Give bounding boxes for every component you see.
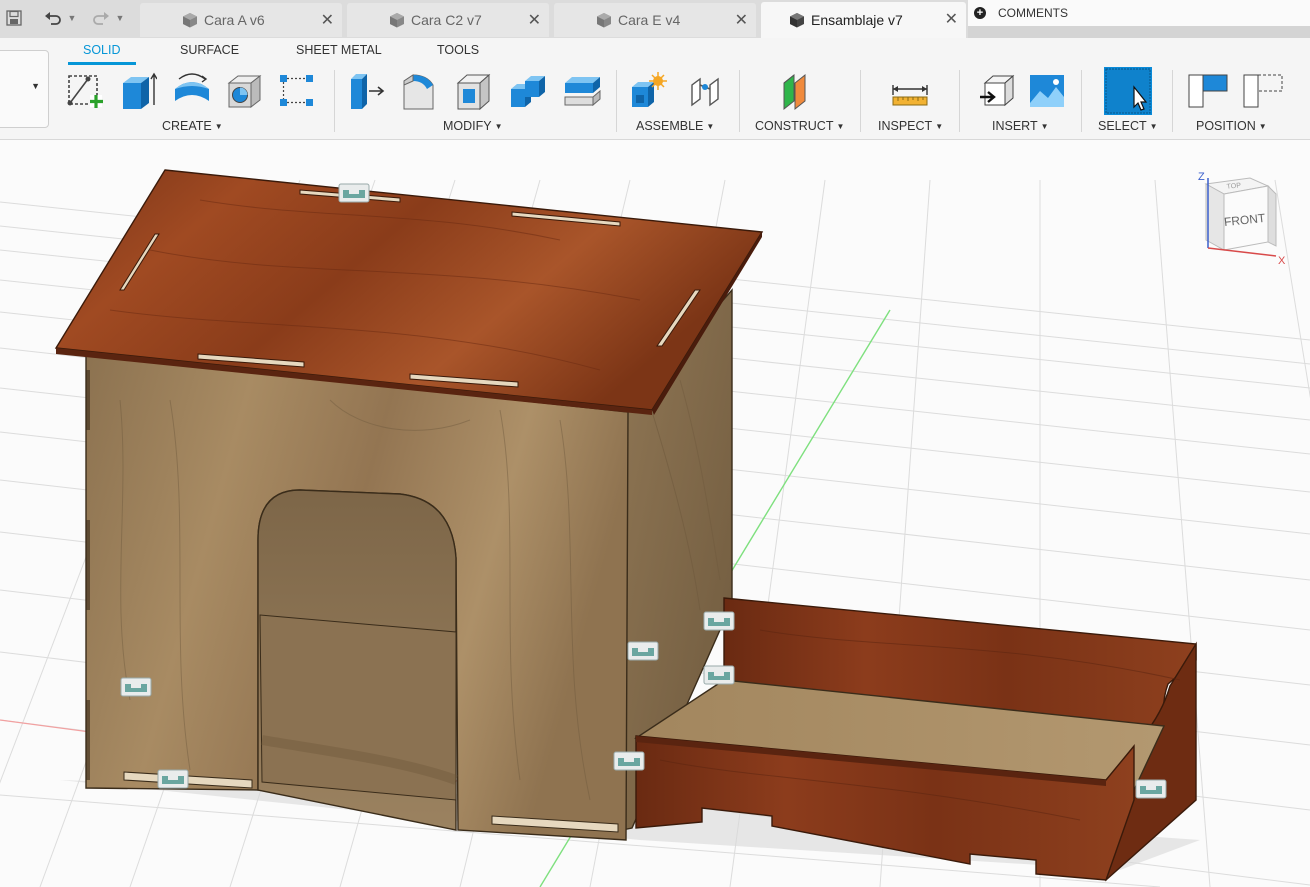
tab-label: Ensamblaje v7 xyxy=(811,12,903,28)
revert-position-icon[interactable] xyxy=(1243,71,1283,111)
assemble-label: ASSEMBLE xyxy=(636,119,704,133)
tab-solid[interactable]: SOLID xyxy=(83,43,121,57)
document-tab-bar: ▼ ▼ Cara A v6 ✕ Cara C2 v7 ✕ Cara E v4 ✕… xyxy=(0,0,1310,38)
divider xyxy=(739,70,740,132)
position-label: POSITION xyxy=(1196,119,1256,133)
divider xyxy=(1172,70,1173,132)
joint-icon[interactable] xyxy=(338,183,370,203)
combine-icon[interactable] xyxy=(509,71,547,111)
select-icon[interactable] xyxy=(1104,67,1152,115)
joint-icon[interactable] xyxy=(157,769,189,789)
capture-position-icon[interactable] xyxy=(1188,71,1228,111)
tab-surface[interactable]: SURFACE xyxy=(180,43,239,57)
divider xyxy=(959,70,960,132)
chevron-down-icon: ▼ xyxy=(31,81,40,91)
tab-cara-a[interactable]: Cara A v6 ✕ xyxy=(140,3,342,37)
chevron-down-icon: ▼ xyxy=(935,122,944,131)
component-icon xyxy=(183,13,197,28)
extrude-icon[interactable] xyxy=(119,71,158,111)
insert-menu[interactable]: INSERT ▼ xyxy=(992,119,1049,133)
revolve-icon[interactable] xyxy=(173,71,211,111)
divider xyxy=(616,70,617,132)
modify-menu[interactable]: MODIFY ▼ xyxy=(443,119,503,133)
shell-icon[interactable] xyxy=(455,71,493,111)
undo-icon[interactable] xyxy=(42,6,64,30)
inspect-label: INSPECT xyxy=(878,119,933,133)
joint-icon[interactable] xyxy=(613,751,645,771)
tab-cara-e[interactable]: Cara E v4 ✕ xyxy=(554,3,756,37)
pattern-icon[interactable] xyxy=(278,71,316,111)
viewcube[interactable]: TOP FRONT Z X xyxy=(1192,164,1292,274)
new-component-icon[interactable] xyxy=(630,71,668,111)
tab-strip-filler xyxy=(968,26,1310,38)
chevron-down-icon: ▼ xyxy=(1258,122,1267,131)
measure-icon[interactable] xyxy=(891,71,929,111)
close-icon[interactable]: ✕ xyxy=(735,10,748,30)
tab-ensamblaje[interactable]: Ensamblaje v7 ✕ xyxy=(761,2,966,38)
create-sketch-icon[interactable] xyxy=(66,71,104,111)
close-icon[interactable]: ✕ xyxy=(528,10,541,30)
select-menu[interactable]: SELECT ▼ xyxy=(1098,119,1158,133)
create-label: CREATE xyxy=(162,119,212,133)
joint-icon[interactable] xyxy=(1135,779,1167,799)
z-axis-label: Z xyxy=(1198,171,1205,183)
tab-sheet-metal[interactable]: SHEET METAL xyxy=(296,43,382,57)
tab-tools[interactable]: TOOLS xyxy=(437,43,479,57)
joint-icon[interactable] xyxy=(627,641,659,661)
select-label: SELECT xyxy=(1098,119,1147,133)
chevron-down-icon: ▼ xyxy=(836,122,845,131)
chevron-down-icon: ▼ xyxy=(494,122,503,131)
workspace-switcher[interactable]: ▼ xyxy=(0,50,49,128)
tab-cara-c2[interactable]: Cara C2 v7 ✕ xyxy=(347,3,549,37)
component-icon xyxy=(390,13,404,28)
joint-icon[interactable] xyxy=(703,665,735,685)
modify-label: MODIFY xyxy=(443,119,492,133)
joint-icon[interactable] xyxy=(120,677,152,697)
fillet-icon[interactable] xyxy=(401,71,439,111)
save-icon[interactable] xyxy=(4,6,24,30)
active-tab-indicator xyxy=(68,62,136,65)
hole-icon[interactable] xyxy=(226,71,264,111)
construct-label: CONSTRUCT xyxy=(755,119,834,133)
offset-plane-icon[interactable] xyxy=(780,71,818,111)
model-scene[interactable] xyxy=(0,140,1310,887)
insert-canvas-icon[interactable] xyxy=(1028,71,1066,111)
tab-label: Cara C2 v7 xyxy=(411,12,482,28)
toolbar-ribbon: ▼ SOLID SURFACE SHEET METAL TOOLS CREATE… xyxy=(0,38,1310,140)
redo-dropdown-icon[interactable]: ▼ xyxy=(114,6,126,30)
canvas-viewport[interactable]: TOP FRONT Z X xyxy=(0,140,1310,887)
component-icon xyxy=(597,13,611,28)
create-menu[interactable]: CREATE ▼ xyxy=(162,119,223,133)
replace-face-icon[interactable] xyxy=(563,71,601,111)
chevron-down-icon: ▼ xyxy=(214,122,223,131)
construct-menu[interactable]: CONSTRUCT ▼ xyxy=(755,119,844,133)
press-pull-icon[interactable] xyxy=(348,71,386,111)
viewcube-right-face[interactable] xyxy=(1267,184,1277,247)
insert-label: INSERT xyxy=(992,119,1038,133)
assemble-menu[interactable]: ASSEMBLE ▼ xyxy=(636,119,714,133)
position-menu[interactable]: POSITION ▼ xyxy=(1196,119,1267,133)
divider xyxy=(1081,70,1082,132)
redo-icon[interactable] xyxy=(90,6,112,30)
comments-label: COMMENTS xyxy=(998,6,1068,20)
close-icon[interactable]: ✕ xyxy=(945,9,958,29)
assembly-icon xyxy=(790,13,804,28)
divider xyxy=(860,70,861,132)
add-comment-icon[interactable]: + xyxy=(974,7,986,19)
tab-label: Cara A v6 xyxy=(204,12,265,28)
x-axis-indicator xyxy=(1207,247,1277,257)
comments-panel-header[interactable]: + COMMENTS xyxy=(968,0,1310,26)
chevron-down-icon: ▼ xyxy=(1149,122,1158,131)
insert-derive-icon[interactable] xyxy=(977,71,1015,111)
close-icon[interactable]: ✕ xyxy=(321,10,334,30)
tab-label: Cara E v4 xyxy=(618,12,681,28)
undo-dropdown-icon[interactable]: ▼ xyxy=(66,6,78,30)
x-axis-label: X xyxy=(1278,255,1286,267)
chevron-down-icon: ▼ xyxy=(706,122,715,131)
inspect-menu[interactable]: INSPECT ▼ xyxy=(878,119,943,133)
divider xyxy=(334,70,335,132)
joint-icon[interactable] xyxy=(703,611,735,631)
chevron-down-icon: ▼ xyxy=(1040,122,1049,131)
joint-icon[interactable] xyxy=(686,71,724,111)
